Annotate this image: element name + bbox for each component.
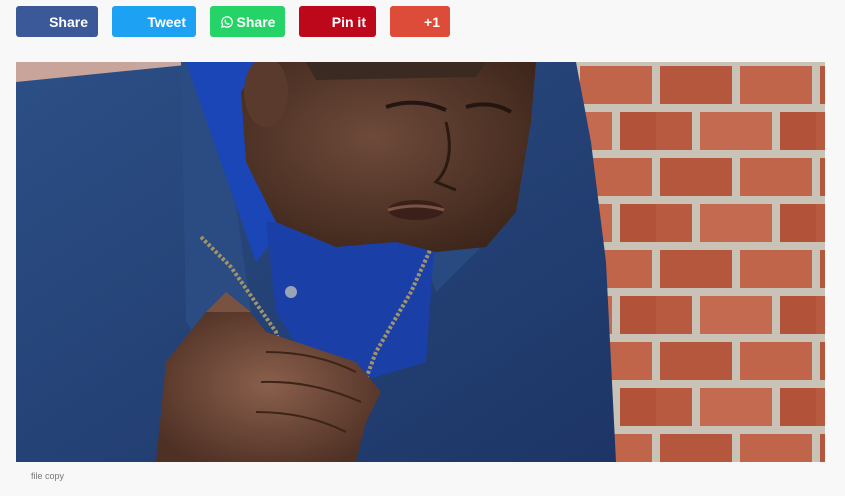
twitter-tweet-label: Tweet	[147, 13, 186, 30]
whatsapp-share-label: Share	[236, 13, 276, 30]
pinterest-pin-label: Pin it	[331, 13, 366, 30]
pinterest-pin-button[interactable]: Pin it	[299, 6, 376, 37]
googleplus-plusone-label: +1	[424, 13, 440, 30]
facebook-share-button[interactable]: Share	[16, 6, 98, 37]
article-photo	[16, 62, 825, 462]
whatsapp-share-button[interactable]: Share	[210, 6, 285, 37]
whatsapp-icon	[220, 15, 233, 28]
photo-caption: file copy	[31, 471, 65, 481]
twitter-tweet-button[interactable]: Tweet	[112, 6, 196, 37]
facebook-share-label: Share	[49, 13, 88, 30]
googleplus-plusone-button[interactable]: +1	[390, 6, 450, 37]
photo-illustration	[16, 62, 825, 462]
